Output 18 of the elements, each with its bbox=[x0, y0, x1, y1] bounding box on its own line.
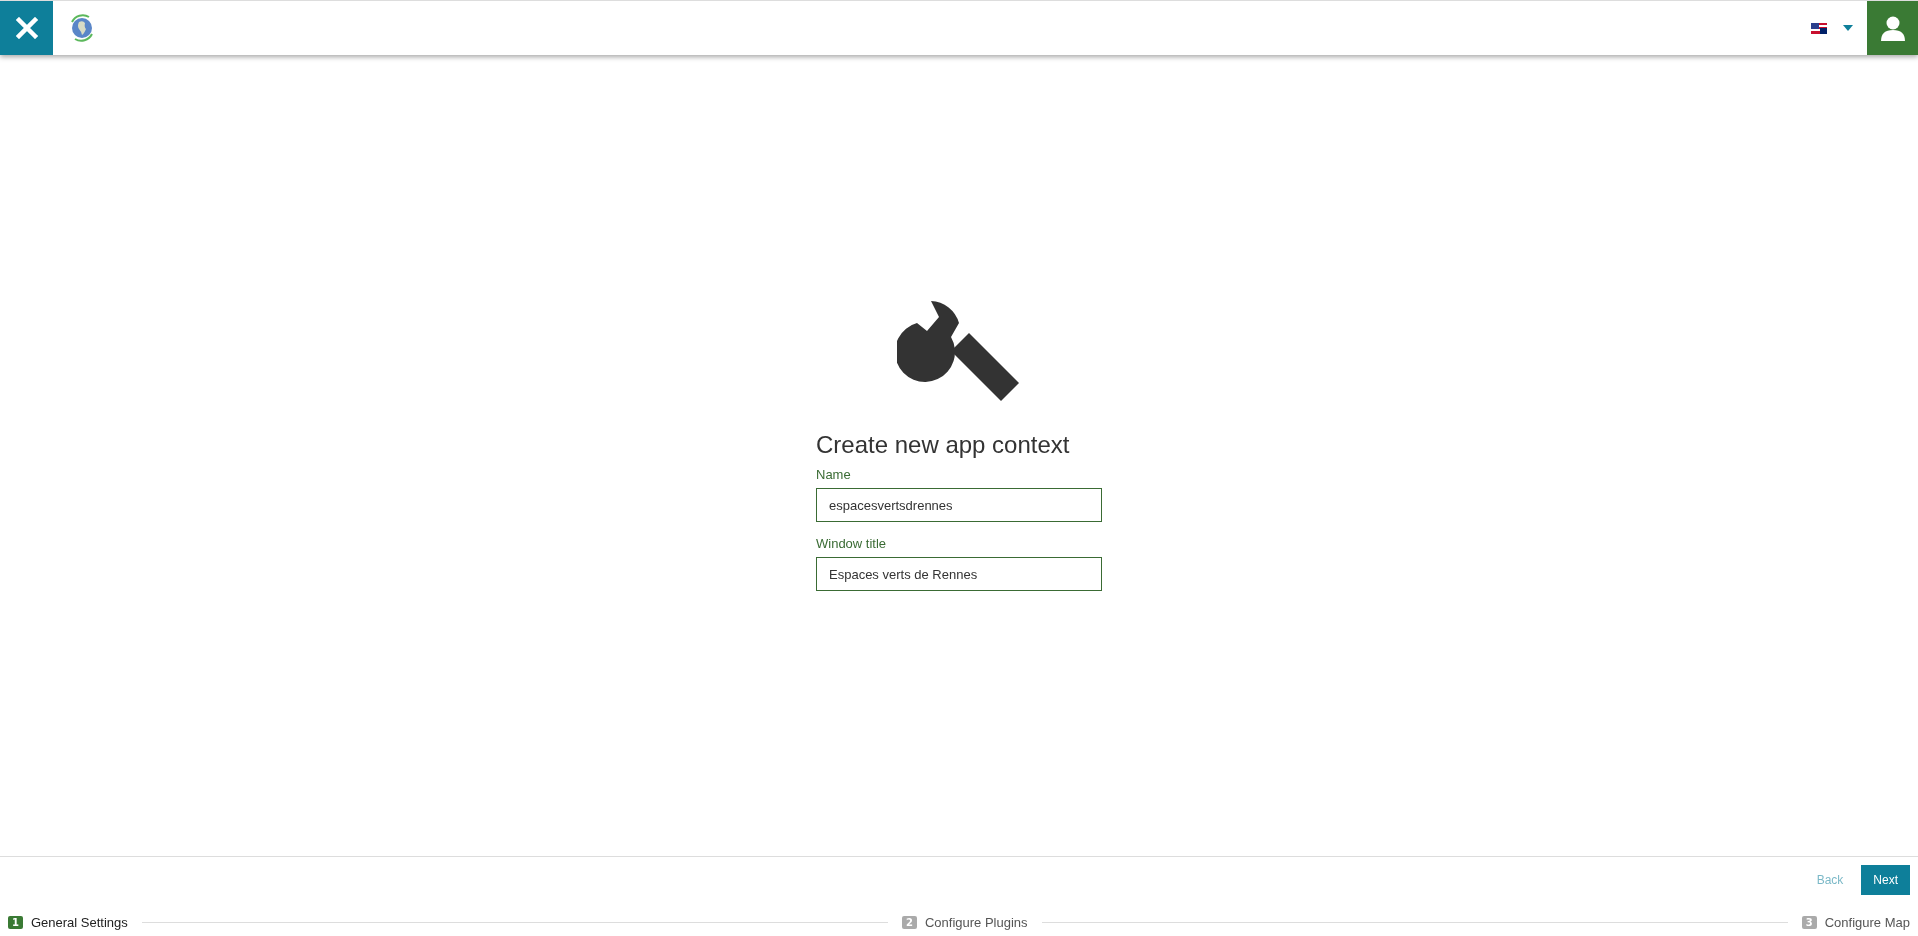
user-icon bbox=[1879, 15, 1906, 41]
close-icon bbox=[15, 17, 38, 39]
step-label[interactable]: General Settings bbox=[30, 915, 128, 930]
form-title: Create new app context bbox=[816, 431, 1071, 459]
step-label[interactable]: Configure Map bbox=[1824, 915, 1910, 930]
flag-icon bbox=[1811, 22, 1827, 34]
step-label[interactable]: Configure Plugins bbox=[924, 915, 1028, 930]
caret-icon bbox=[1843, 25, 1853, 31]
text-input-field[interactable]: Espaces verts de Rennes bbox=[816, 557, 1102, 591]
field-label: Window title bbox=[816, 536, 888, 551]
step-number: 2 bbox=[902, 916, 917, 929]
field-label: Name bbox=[816, 467, 852, 482]
user-button[interactable] bbox=[1867, 1, 1918, 55]
text-input-field[interactable]: espacesvertsdrennes bbox=[816, 488, 1102, 522]
next-button[interactable]: Next bbox=[1861, 865, 1910, 895]
step-number: 3 bbox=[1801, 916, 1817, 929]
close-button[interactable] bbox=[0, 1, 53, 55]
step-number: 1 bbox=[8, 916, 23, 929]
